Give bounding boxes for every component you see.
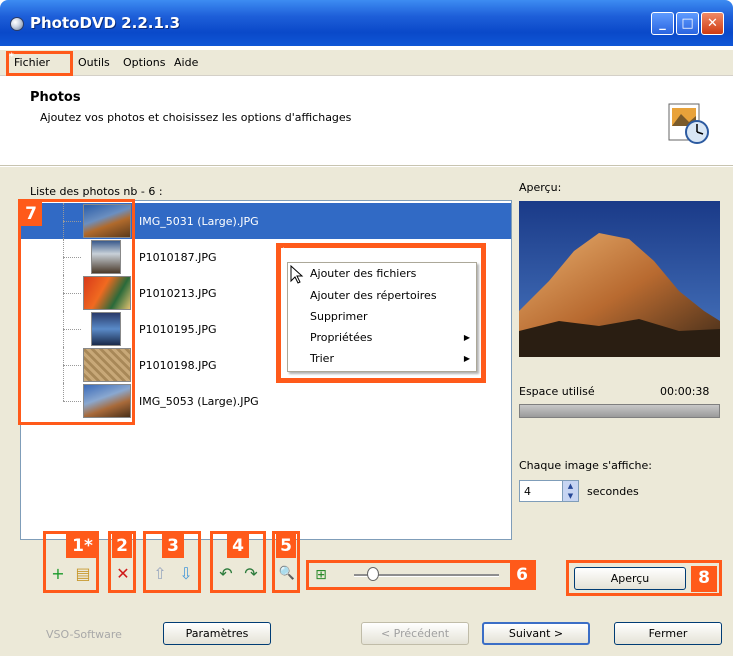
- menu-outils[interactable]: Outils: [78, 56, 110, 69]
- file-name: IMG_5053 (Large).JPG: [139, 395, 259, 408]
- tree-view-icon[interactable]: ⊞: [311, 565, 331, 585]
- file-name: P1010213.JPG: [139, 287, 217, 300]
- ctx-properties[interactable]: Propriétées: [310, 331, 372, 344]
- context-menu: Ajouter des fichiers Ajouter des réperto…: [287, 262, 477, 372]
- space-used-label: Espace utilisé: [519, 385, 595, 398]
- previous-button[interactable]: < Précédent: [361, 622, 469, 645]
- menu-star: *: [9, 52, 14, 62]
- close-dialog-button[interactable]: Fermer: [614, 622, 722, 645]
- move-down-icon[interactable]: ⇩: [176, 564, 196, 584]
- context-menu-star: *: [281, 247, 286, 257]
- photo-clock-icon: [668, 103, 709, 144]
- window-title: PhotoDVD 2.2.1.3: [30, 14, 181, 32]
- submenu-arrow-icon: ▶: [463, 354, 470, 363]
- spinner-arrows-icon[interactable]: ▲ ▼: [562, 481, 578, 501]
- menu-bar: Fichier Outils Options Aide: [0, 50, 733, 76]
- rotate-right-icon[interactable]: ↷: [241, 564, 261, 584]
- file-name: P1010198.JPG: [139, 359, 217, 372]
- brand-label: VSO-Software: [46, 628, 122, 641]
- callout-badge-2: 2: [112, 534, 132, 558]
- menu-aide[interactable]: Aide: [174, 56, 198, 69]
- callout-badge-6: 6: [510, 563, 534, 587]
- file-name: IMG_5031 (Large).JPG: [139, 215, 259, 228]
- add-folder-icon[interactable]: ▤: [73, 564, 93, 584]
- ctx-add-folders[interactable]: Ajouter des répertoires: [310, 289, 437, 302]
- callout-badge-1: 1*: [66, 534, 99, 558]
- app-icon: [10, 17, 24, 31]
- callout-badge-4: 4: [227, 534, 249, 558]
- toolgroup-rotate: 4 ↶ ↷: [210, 531, 266, 593]
- toolgroup-zoom: 5 🔍: [272, 531, 300, 593]
- slider-handle[interactable]: [367, 567, 379, 581]
- space-used-time: 00:00:38: [660, 385, 710, 398]
- page-subtitle: Ajoutez vos photos et choisissez les opt…: [40, 111, 352, 124]
- toolgroup-move: 3 ⇧ ⇩: [143, 531, 201, 593]
- page-title: Photos: [30, 90, 81, 105]
- file-name: P1010195.JPG: [139, 323, 217, 336]
- callout-badge-8: 8: [691, 566, 717, 592]
- duration-value[interactable]: 4: [524, 485, 531, 498]
- callout-badge-5: 5: [276, 534, 296, 558]
- settings-button[interactable]: Paramètres: [163, 622, 271, 645]
- preview-image: [519, 201, 720, 357]
- mouse-cursor-icon: [290, 265, 304, 284]
- zoom-icon[interactable]: 🔍: [277, 564, 297, 584]
- file-name: P1010187.JPG: [139, 251, 217, 264]
- thumbnail-size-control: ⊞ 6: [306, 560, 536, 590]
- callout-thumbnails-frame: [18, 199, 135, 425]
- seconds-label: secondes: [587, 485, 639, 498]
- duration-spinner[interactable]: 4 ▲ ▼: [519, 480, 579, 502]
- ctx-sort[interactable]: Trier: [310, 352, 334, 365]
- context-menu-frame: * Ajouter des fichiers Ajouter des réper…: [276, 243, 486, 383]
- page-header: Photos Ajoutez vos photos et choisissez …: [0, 76, 733, 166]
- submenu-arrow-icon: ▶: [463, 333, 470, 342]
- photo-list-label: Liste des photos nb - 6 :: [30, 185, 163, 198]
- menu-options[interactable]: Options: [123, 56, 165, 69]
- title-bar: PhotoDVD 2.2.1.3 _ □ ✕: [0, 0, 733, 46]
- maximize-button[interactable]: □: [676, 12, 699, 35]
- toolgroup-delete: 2 ✕: [108, 531, 136, 593]
- rotate-left-icon[interactable]: ↶: [216, 564, 236, 584]
- space-used-bar: [519, 404, 720, 418]
- preview-label: Aperçu:: [519, 181, 562, 194]
- main-panel: Liste des photos nb - 6 : IMG_5031 (Larg…: [0, 167, 733, 656]
- next-button[interactable]: Suivant >: [482, 622, 590, 645]
- delete-icon[interactable]: ✕: [113, 564, 133, 584]
- preview-button-frame: Aperçu 8: [566, 560, 722, 596]
- move-up-icon[interactable]: ⇧: [150, 564, 170, 584]
- callout-badge-7: 7: [20, 202, 42, 226]
- close-button[interactable]: ✕: [701, 12, 724, 35]
- callout-badge-3: 3: [162, 534, 184, 558]
- preview-button[interactable]: Aperçu: [574, 567, 686, 590]
- ctx-add-files[interactable]: Ajouter des fichiers: [310, 267, 416, 280]
- menu-fichier-highlight: *: [6, 51, 73, 76]
- minimize-button[interactable]: _: [651, 12, 674, 35]
- add-file-icon[interactable]: +: [48, 564, 68, 584]
- duration-label: Chaque image s'affiche:: [519, 459, 652, 472]
- toolgroup-add: 1* + ▤: [43, 531, 99, 593]
- ctx-delete[interactable]: Supprimer: [310, 310, 368, 323]
